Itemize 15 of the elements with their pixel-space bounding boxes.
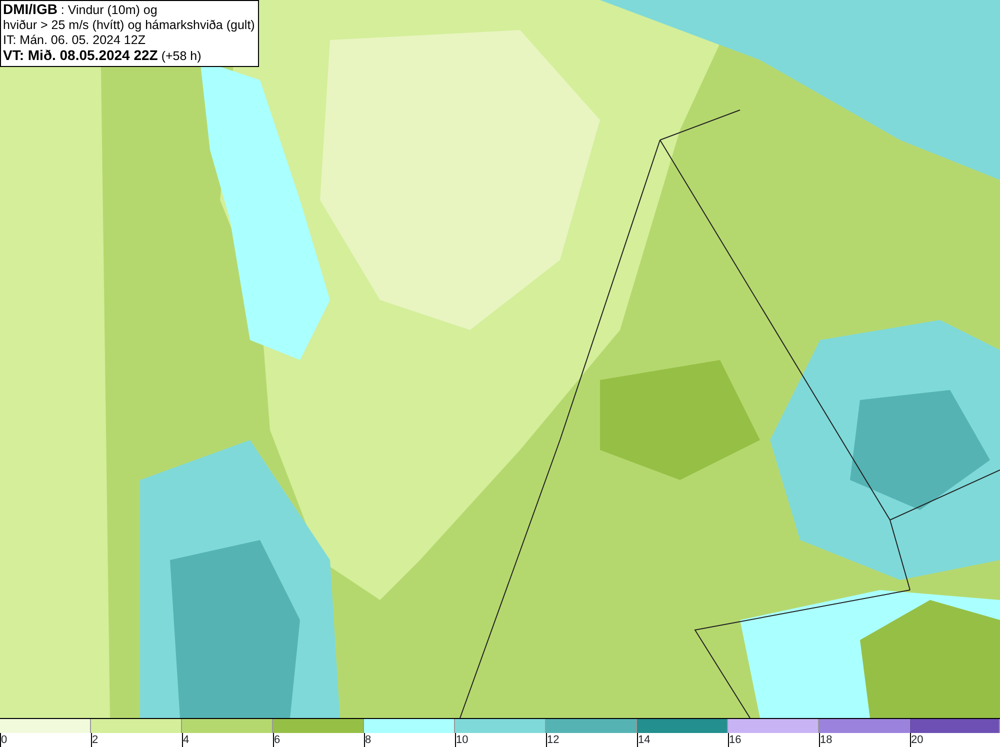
info-text: DMI/IGB : Vindur (10m) og — [3, 2, 158, 18]
legend-label: 2 — [91, 733, 98, 747]
legend-label: 14 — [637, 733, 650, 747]
legend-label: 12 — [546, 733, 560, 747]
info-text: VT: Mið. 08.05.2024 22Z (+58 h) — [3, 48, 202, 64]
legend-label: 20 — [910, 733, 924, 747]
legend-label: 4 — [182, 733, 190, 747]
legend-label: 18 — [819, 733, 832, 747]
legend-label: 8 — [364, 733, 372, 747]
info-text: hviður > 25 m/s (hvítt) og hámarkshviða (gult) — [3, 18, 255, 33]
legend-label: 6 — [273, 733, 280, 747]
legend-label: 16 — [728, 733, 742, 747]
legend-label: 0 — [0, 733, 8, 747]
info-text: IT: Mán. 06. 05. 2024 12Z — [3, 33, 146, 48]
legend-label: 10 — [455, 733, 468, 747]
